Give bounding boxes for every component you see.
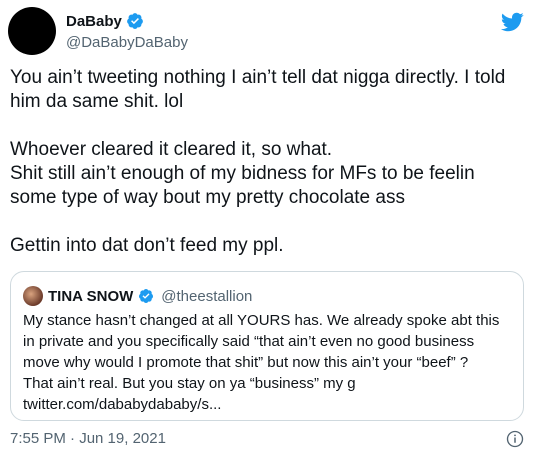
author-avatar[interactable] [8,7,56,55]
quoted-author-name: TINA SNOW [48,287,134,305]
quoted-avatar [23,286,43,306]
quoted-text: My stance hasn’t changed at all YOURS ha… [23,312,500,413]
quoted-tweet[interactable]: TINA SNOW @theestallion My stance hasn’t… [10,271,524,421]
tweet-timestamp[interactable]: 7:55 PM · Jun 19, 2021 [10,430,166,447]
author-handle[interactable]: @DaBabyDaBaby [66,34,188,51]
quoted-header: TINA SNOW @theestallion [23,286,252,306]
verified-badge-icon [139,289,154,303]
verified-badge-icon [126,13,143,29]
author-name-row[interactable]: DaBaby [66,12,144,30]
twitter-bird-icon[interactable] [500,10,524,34]
info-icon[interactable] [506,430,524,448]
quoted-author-handle: @theestallion [161,287,253,305]
author-name[interactable]: DaBaby [66,13,122,30]
tweet-text: You ain’t tweeting nothing I ain’t tell … [10,67,506,256]
